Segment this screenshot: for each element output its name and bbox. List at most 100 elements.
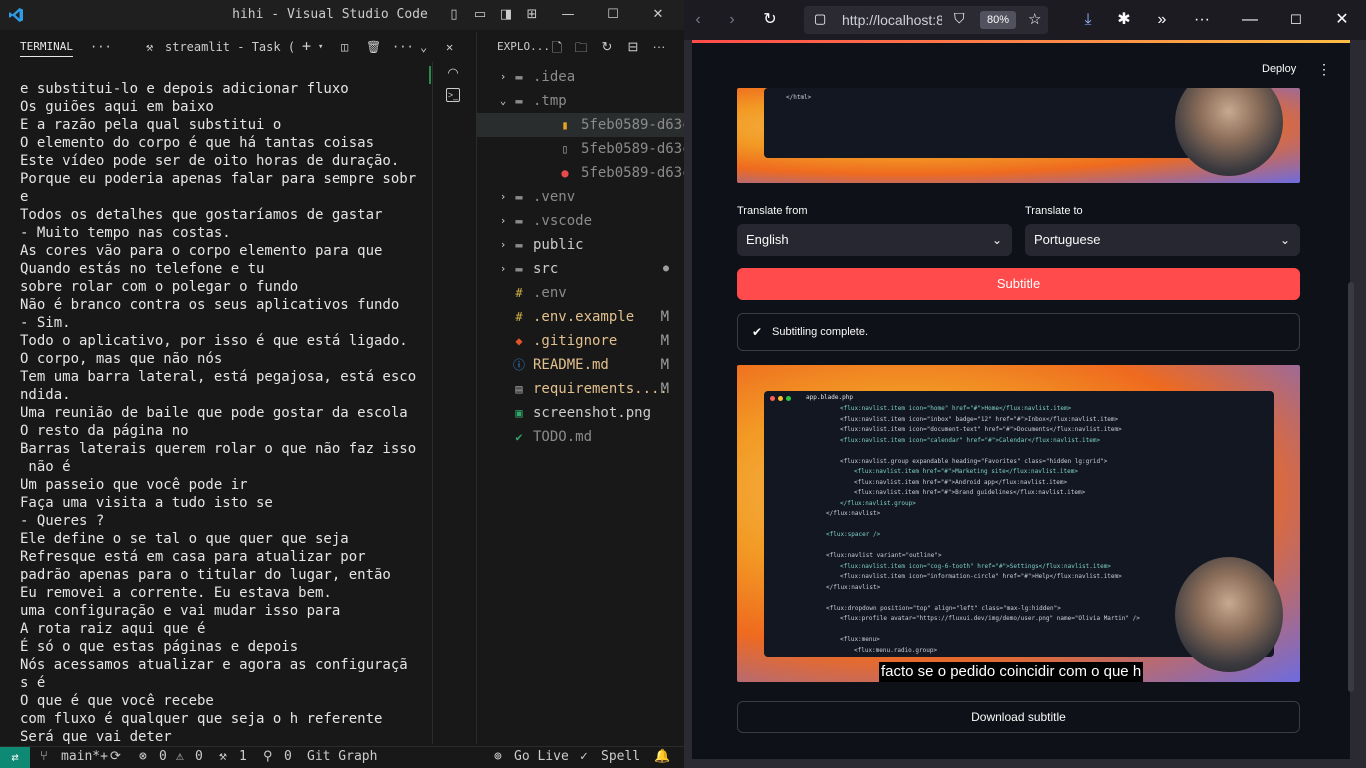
git-branch[interactable]: main*+ bbox=[61, 747, 108, 767]
file-item[interactable]: ● 5feb0589-d63c-... bbox=[477, 161, 685, 185]
folder-item[interactable]: › ▬ .venv bbox=[477, 185, 685, 209]
toggle-secondary-sidebar-icon[interactable]: ◨ bbox=[498, 7, 514, 23]
folder-item[interactable]: › ▬ src ● bbox=[477, 257, 685, 281]
chevron-right-icon[interactable]: › bbox=[497, 233, 509, 257]
tab-terminal[interactable]: TERMINAL bbox=[20, 40, 73, 57]
chevron-down-icon[interactable]: ⌄ bbox=[420, 40, 427, 54]
spell-button[interactable]: Spell bbox=[601, 747, 640, 767]
terminal-dropdown-icon[interactable]: ▾ bbox=[318, 42, 323, 52]
url-bar[interactable]: ▢ http://localhost:85 ⛉ 80% ☆ bbox=[804, 6, 1048, 34]
status-widget[interactable]: ✔ Subtitling complete. bbox=[737, 313, 1300, 351]
customize-layout-icon[interactable]: ⊞ bbox=[524, 7, 540, 23]
close-icon[interactable]: ✕ bbox=[650, 7, 666, 23]
refresh-icon[interactable]: ↻ bbox=[599, 39, 615, 55]
subtitle-button[interactable]: Subtitle bbox=[737, 268, 1300, 300]
input-video-preview[interactable]: </html> bbox=[737, 88, 1300, 183]
chevron-right-icon[interactable]: › bbox=[497, 209, 509, 233]
minimize-icon[interactable]: — bbox=[1240, 10, 1260, 30]
back-icon[interactable]: ‹ bbox=[688, 10, 708, 30]
deploy-button[interactable]: Deploy bbox=[1262, 63, 1296, 75]
new-terminal-icon[interactable]: + bbox=[302, 37, 311, 55]
tools-icon: ⚒ bbox=[219, 749, 227, 764]
toggle-panel-icon[interactable]: ▭ bbox=[472, 7, 488, 23]
file-item[interactable]: ▮ 5feb0589-d63c-... bbox=[477, 113, 685, 137]
reload-icon[interactable]: ↻ bbox=[760, 10, 780, 30]
main-menu-icon[interactable]: ⋮ bbox=[1317, 61, 1331, 78]
folder-item[interactable]: ⌄ ▬ .tmp bbox=[477, 89, 685, 113]
page-scrollbar[interactable] bbox=[1348, 282, 1354, 692]
maximize-icon[interactable]: ☐ bbox=[1286, 10, 1306, 30]
explorer-more-icon[interactable]: ··· bbox=[651, 39, 667, 54]
new-folder-icon[interactable]: 🗀 bbox=[573, 39, 589, 61]
close-icon[interactable]: ✕ bbox=[1332, 10, 1352, 30]
window-title: hihi - Visual Studio Code bbox=[232, 7, 428, 22]
bookmark-star-icon[interactable]: ☆ bbox=[1028, 10, 1041, 28]
file-item[interactable]: ▯ 5feb0589-d63c-... bbox=[477, 137, 685, 161]
download-subtitle-button[interactable]: Download subtitle bbox=[737, 701, 1300, 733]
toggle-sidebar-icon[interactable]: ▯ bbox=[446, 7, 462, 23]
vscode-window: hihi - Visual Studio Code ▯ ▭ ◨ ⊞ — ☐ ✕ … bbox=[0, 0, 685, 768]
zoom-level[interactable]: 80% bbox=[980, 11, 1016, 29]
folder-item[interactable]: › ▬ .vscode bbox=[477, 209, 685, 233]
file-item[interactable]: ✔ TODO.md bbox=[477, 425, 685, 449]
chevron-right-icon[interactable]: › bbox=[497, 257, 509, 281]
app-menu-icon[interactable]: ··· bbox=[1192, 10, 1212, 30]
remote-indicator-icon[interactable]: ⇄ bbox=[0, 747, 30, 768]
minimize-icon[interactable]: — bbox=[560, 7, 576, 23]
forward-icon[interactable]: › bbox=[722, 10, 742, 30]
new-file-icon[interactable]: 🗋 bbox=[549, 39, 565, 61]
bell-icon[interactable]: 🔔 bbox=[654, 747, 670, 767]
errors-count[interactable]: 0 bbox=[159, 747, 167, 767]
file-name: README.md bbox=[533, 357, 609, 373]
vscode-logo-icon bbox=[9, 8, 23, 22]
file-item[interactable]: ▤ requirements.... M bbox=[477, 377, 685, 401]
shield-icon[interactable]: ⛉ bbox=[954, 10, 965, 27]
folder-item[interactable]: › ▬ .idea bbox=[477, 65, 685, 89]
terminal-output[interactable]: e substitui-lo e depois adicionar fluxo O… bbox=[20, 80, 430, 746]
file-item[interactable]: ⓘ README.md M bbox=[477, 353, 685, 377]
file-item[interactable]: ▣ screenshot.png bbox=[477, 401, 685, 425]
panel-more-icon[interactable]: ··· bbox=[90, 40, 112, 54]
url-text[interactable]: http://localhost:85 bbox=[842, 12, 942, 28]
translate-from-value: English bbox=[746, 232, 789, 247]
ports-count[interactable]: 0 bbox=[284, 747, 292, 767]
collapse-all-icon[interactable]: ⊟ bbox=[625, 39, 641, 55]
panel-divider bbox=[432, 62, 433, 744]
terminal-task-label[interactable]: streamlit - Task ( bbox=[165, 40, 295, 54]
output-video-player[interactable]: app.blade.php <flux:navlist.item icon="h… bbox=[737, 365, 1300, 682]
git-graph-button[interactable]: Git Graph bbox=[307, 747, 377, 767]
terminal-line: - Sim. bbox=[20, 315, 71, 331]
close-panel-icon[interactable]: ✕ bbox=[446, 40, 453, 54]
translate-to-select[interactable]: Portuguese ⌄ bbox=[1025, 224, 1300, 256]
go-live-button[interactable]: Go Live bbox=[514, 747, 569, 767]
file-name: 5feb0589-d63c-... bbox=[581, 165, 685, 181]
chevron-right-icon[interactable]: › bbox=[497, 65, 509, 89]
tasks-count[interactable]: 1 bbox=[239, 747, 247, 767]
file-item[interactable]: # .env.example M bbox=[477, 305, 685, 329]
terminal-line: com fluxo é qualquer que seja o h refere… bbox=[20, 711, 383, 727]
file-item[interactable]: ◆ .gitignore M bbox=[477, 329, 685, 353]
maximize-icon[interactable]: ☐ bbox=[605, 7, 621, 23]
folder-item[interactable]: › ▬ public bbox=[477, 233, 685, 257]
split-terminal-icon[interactable]: ◫ bbox=[341, 40, 348, 54]
downloads-icon[interactable]: ⤓ bbox=[1078, 10, 1098, 30]
chevron-down-icon: ⌄ bbox=[991, 233, 1002, 247]
translate-from-select[interactable]: English ⌄ bbox=[737, 224, 1012, 256]
check-icon: ✓ bbox=[580, 749, 588, 764]
chevron-right-icon[interactable]: › bbox=[497, 185, 509, 209]
terminal-more-icon[interactable]: ··· bbox=[392, 40, 414, 54]
overflow-menu-icon[interactable]: » bbox=[1152, 10, 1172, 30]
terminal-line: - Muito tempo nas costas. bbox=[20, 225, 231, 241]
video-code-line: </flux:navlist> bbox=[826, 510, 881, 517]
terminal-instance-icon[interactable]: >_ bbox=[446, 88, 460, 102]
extensions-icon[interactable]: ✱ bbox=[1114, 10, 1134, 30]
terminal-line: O corpo, mas que não nós bbox=[20, 351, 223, 367]
translate-from-label: Translate from bbox=[737, 205, 808, 217]
trash-icon[interactable]: 🗑 bbox=[366, 40, 381, 54]
warnings-count[interactable]: 0 bbox=[195, 747, 203, 767]
file-item[interactable]: # .env bbox=[477, 281, 685, 305]
chevron-down-icon[interactable]: ⌄ bbox=[497, 89, 509, 113]
status-bar: ⇄ ⑂ main*+ ⟳ ⊗ 0 ⚠ 0 ⚒ 1 ⚲ 0 Git Graph ⊚… bbox=[0, 746, 684, 768]
sync-icon[interactable]: ⟳ bbox=[110, 747, 121, 767]
git-status-badge: M bbox=[660, 357, 669, 373]
